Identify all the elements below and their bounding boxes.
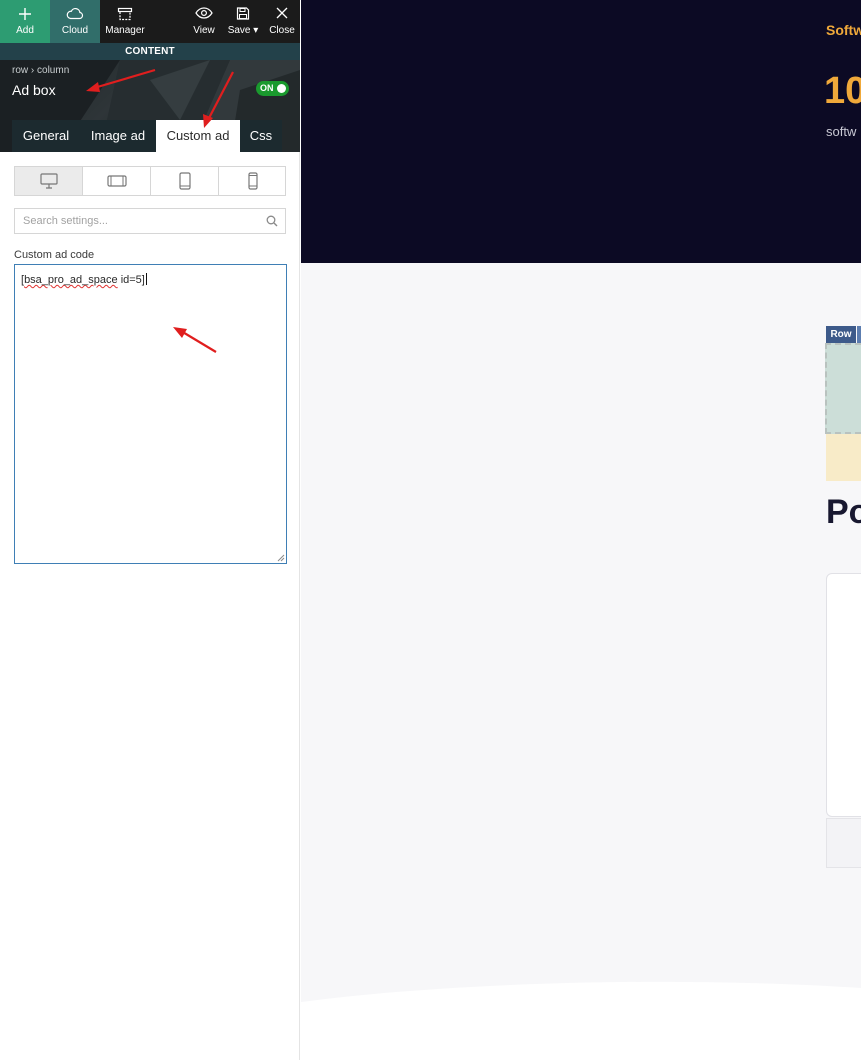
add-button[interactable]: Add — [0, 0, 50, 43]
custom-ad-code-label: Custom ad code — [14, 249, 95, 261]
code-shortcode-name: bsa_pro_ad_space — [24, 274, 118, 286]
toggle-knob — [277, 84, 286, 93]
section-label: CONTENT — [0, 43, 300, 60]
code-suffix: id=5] — [117, 274, 145, 286]
element-header: row › column Ad box ON General Image ad … — [0, 60, 300, 152]
settings-tabs: General Image ad Custom ad Css — [0, 120, 300, 152]
manager-button[interactable]: Manager — [100, 0, 150, 43]
toggle-label: ON — [260, 83, 274, 93]
view-button[interactable]: View — [186, 0, 222, 43]
row-badge[interactable]: Row — [826, 326, 856, 343]
device-desktop[interactable] — [15, 167, 83, 195]
editor-toolbar: Add Cloud Manager View Save ▾ Close — [0, 0, 300, 43]
floppy-disk-icon — [236, 7, 250, 20]
hero-subtitle: softw — [826, 124, 857, 139]
manager-icon — [117, 7, 133, 21]
device-switcher — [14, 166, 286, 196]
device-tablet-landscape[interactable] — [83, 167, 151, 195]
desktop-icon — [39, 173, 58, 189]
device-tablet-portrait[interactable] — [151, 167, 219, 195]
search-icon[interactable] — [266, 215, 278, 227]
cloud-icon — [66, 7, 84, 20]
breadcrumb: row › column — [12, 65, 69, 76]
breadcrumb-row[interactable]: row — [12, 65, 28, 76]
page-preview: Softw 10 softw Row Po — [301, 0, 861, 1060]
device-mobile[interactable] — [219, 167, 287, 195]
row-block-highlight[interactable] — [825, 343, 861, 434]
search-input[interactable] — [15, 209, 255, 233]
hero-number: 10 — [824, 70, 861, 112]
add-label: Add — [16, 25, 34, 36]
cloud-label: Cloud — [61, 25, 89, 36]
manager-label: Manager — [105, 25, 145, 36]
text-caret — [145, 273, 147, 285]
section-heading: Po — [826, 493, 861, 531]
save-label: Save ▾ — [224, 25, 262, 37]
card-footer — [826, 818, 861, 868]
tab-custom-ad[interactable]: Custom ad — [156, 120, 240, 152]
eye-icon — [195, 7, 213, 19]
column-block-highlight[interactable] — [826, 434, 861, 481]
hero-section: Softw 10 softw — [301, 0, 861, 263]
save-label-text: Save — [227, 25, 251, 36]
content-card — [826, 573, 861, 817]
settings-panel: Add Cloud Manager View Save ▾ Close CONT… — [0, 0, 300, 1060]
tab-general[interactable]: General — [12, 120, 80, 152]
element-title: Ad box — [12, 82, 56, 98]
custom-ad-code-textarea[interactable]: [bsa_pro_ad_space id=5] — [14, 264, 287, 564]
close-icon — [276, 7, 288, 19]
row-badge-secondary[interactable] — [857, 326, 861, 343]
close-label: Close — [269, 25, 295, 36]
chevron-down-icon: ▾ — [250, 25, 259, 36]
resize-grip-icon[interactable] — [277, 554, 285, 562]
save-button[interactable]: Save ▾ — [224, 0, 262, 43]
tab-css[interactable]: Css — [240, 120, 282, 152]
mobile-icon — [248, 172, 258, 190]
tab-image-ad[interactable]: Image ad — [80, 120, 156, 152]
tablet-landscape-icon — [106, 175, 127, 187]
footer-wave — [301, 981, 861, 1060]
tablet-portrait-icon — [178, 172, 191, 190]
plus-icon — [19, 8, 31, 20]
cloud-button[interactable]: Cloud — [50, 0, 100, 43]
settings-search — [14, 208, 286, 234]
element-toggle[interactable]: ON — [256, 81, 289, 96]
custom-ad-code-value: [bsa_pro_ad_space id=5] — [21, 273, 147, 286]
breadcrumb-column[interactable]: column — [37, 65, 69, 76]
view-label: View — [193, 25, 215, 36]
hero-kicker: Softw — [826, 22, 861, 38]
close-button[interactable]: Close — [264, 0, 300, 43]
